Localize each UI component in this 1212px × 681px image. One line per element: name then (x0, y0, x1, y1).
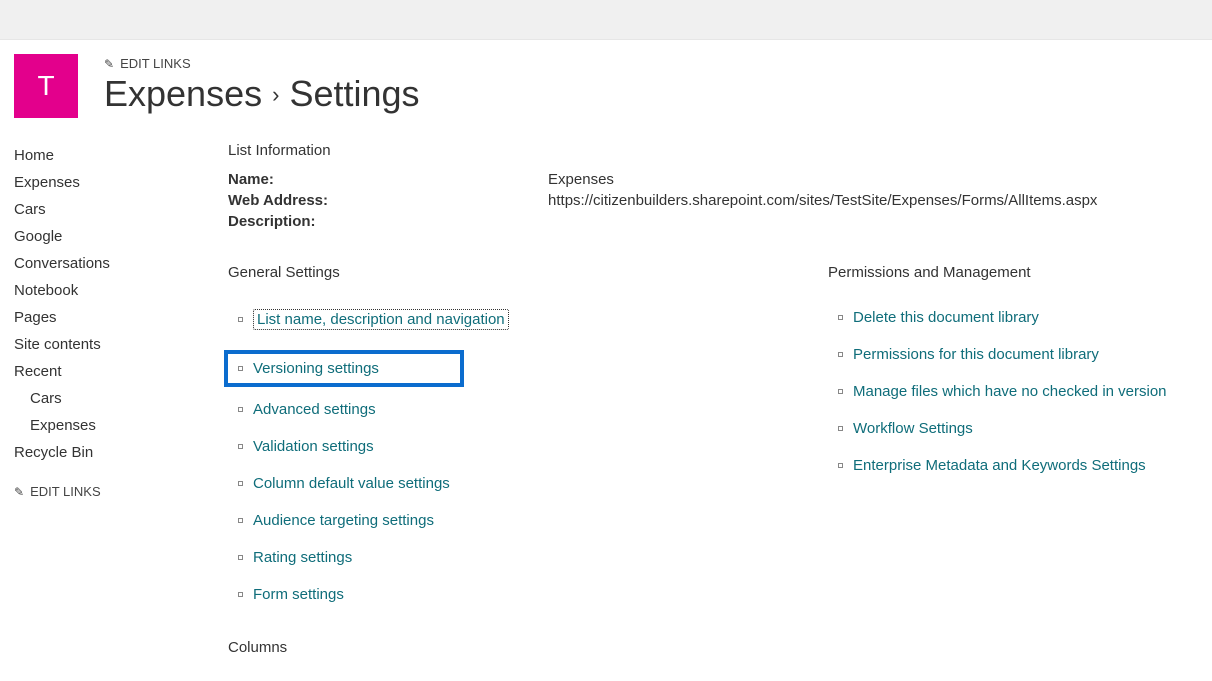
link-workflow-settings[interactable]: Workflow Settings (853, 420, 973, 437)
setting-row-manage-files: Manage files which have no checked in ve… (828, 383, 1192, 400)
setting-row-rating: Rating settings (228, 549, 828, 566)
list-information-table: Name: Expenses Web Address: https://citi… (228, 169, 1097, 232)
setting-row-audience-targeting: Audience targeting settings (228, 512, 828, 529)
edit-links-top-label: EDIT LINKS (120, 56, 191, 71)
bullet-icon (838, 426, 843, 431)
setting-row-column-default: Column default value settings (228, 475, 828, 492)
setting-row-delete-library: Delete this document library (828, 309, 1192, 326)
nav-google[interactable]: Google (14, 223, 200, 250)
highlighted-versioning-settings: Versioning settings (224, 350, 464, 387)
breadcrumb: Expenses › Settings (104, 73, 420, 115)
nav-recycle-bin[interactable]: Recycle Bin (14, 439, 200, 466)
nav-site-contents[interactable]: Site contents (14, 331, 200, 358)
bullet-icon (838, 315, 843, 320)
nav-pages[interactable]: Pages (14, 304, 200, 331)
pencil-icon: ✎ (104, 57, 114, 71)
info-web-value: https://citizenbuilders.sharepoint.com/s… (388, 190, 1097, 211)
link-form-settings[interactable]: Form settings (253, 586, 344, 603)
bullet-icon (238, 317, 243, 322)
bullet-icon (838, 389, 843, 394)
link-rating-settings[interactable]: Rating settings (253, 549, 352, 566)
link-manage-unchecked-files[interactable]: Manage files which have no checked in ve… (853, 383, 1167, 400)
link-versioning-settings[interactable]: Versioning settings (253, 360, 379, 377)
info-web-label: Web Address: (228, 190, 388, 211)
link-column-default-value-settings[interactable]: Column default value settings (253, 475, 450, 492)
top-bar (0, 0, 1212, 40)
edit-links-top[interactable]: ✎ EDIT LINKS (104, 56, 420, 71)
main-content: List Information Name: Expenses Web Addr… (200, 142, 1212, 656)
setting-row-permissions: Permissions for this document library (828, 346, 1192, 363)
permissions-heading: Permissions and Management (828, 264, 1192, 281)
breadcrumb-library[interactable]: Expenses (104, 73, 262, 115)
nav-expenses[interactable]: Expenses (14, 169, 200, 196)
link-enterprise-metadata-settings[interactable]: Enterprise Metadata and Keywords Setting… (853, 457, 1146, 474)
permissions-column: Permissions and Management Delete this d… (828, 262, 1192, 656)
bullet-icon (838, 352, 843, 357)
bullet-icon (238, 481, 243, 486)
info-name-label: Name: (228, 169, 388, 190)
site-logo[interactable]: T (14, 54, 78, 118)
bullet-icon (238, 518, 243, 523)
link-audience-targeting-settings[interactable]: Audience targeting settings (253, 512, 434, 529)
nav-home[interactable]: Home (14, 142, 200, 169)
link-advanced-settings[interactable]: Advanced settings (253, 401, 376, 418)
edit-links-bottom-label: EDIT LINKS (30, 484, 101, 499)
general-settings-column: General Settings List name, description … (228, 262, 828, 656)
link-list-name-description-navigation[interactable]: List name, description and navigation (253, 309, 509, 330)
columns-heading: Columns (228, 639, 828, 656)
nav-recent-expenses[interactable]: Expenses (14, 412, 200, 439)
nav-notebook[interactable]: Notebook (14, 277, 200, 304)
link-delete-document-library[interactable]: Delete this document library (853, 309, 1039, 326)
nav-recent-cars[interactable]: Cars (14, 385, 200, 412)
breadcrumb-current: Settings (289, 73, 419, 115)
info-desc-value (388, 211, 1097, 232)
nav-recent[interactable]: Recent (14, 358, 200, 385)
left-navigation: Home Expenses Cars Google Conversations … (0, 142, 200, 656)
page-header: T ✎ EDIT LINKS Expenses › Settings (0, 40, 1212, 118)
breadcrumb-separator: › (272, 82, 279, 108)
list-information-heading: List Information (228, 142, 1192, 159)
bullet-icon (838, 463, 843, 468)
site-logo-letter: T (37, 70, 54, 102)
setting-row-validation: Validation settings (228, 438, 828, 455)
setting-row-list-name: List name, description and navigation (228, 309, 828, 330)
bullet-icon (238, 592, 243, 597)
info-desc-label: Description: (228, 211, 388, 232)
nav-conversations[interactable]: Conversations (14, 250, 200, 277)
bullet-icon (238, 366, 243, 371)
setting-row-enterprise-metadata: Enterprise Metadata and Keywords Setting… (828, 457, 1192, 474)
bullet-icon (238, 407, 243, 412)
setting-row-advanced: Advanced settings (228, 401, 828, 418)
setting-row-workflow: Workflow Settings (828, 420, 1192, 437)
bullet-icon (238, 444, 243, 449)
general-settings-heading: General Settings (228, 264, 828, 281)
pencil-icon: ✎ (14, 485, 24, 499)
link-validation-settings[interactable]: Validation settings (253, 438, 374, 455)
info-name-value: Expenses (388, 169, 1097, 190)
setting-row-form: Form settings (228, 586, 828, 603)
nav-cars[interactable]: Cars (14, 196, 200, 223)
bullet-icon (238, 555, 243, 560)
link-permissions-document-library[interactable]: Permissions for this document library (853, 346, 1099, 363)
edit-links-bottom[interactable]: ✎ EDIT LINKS (14, 484, 200, 499)
